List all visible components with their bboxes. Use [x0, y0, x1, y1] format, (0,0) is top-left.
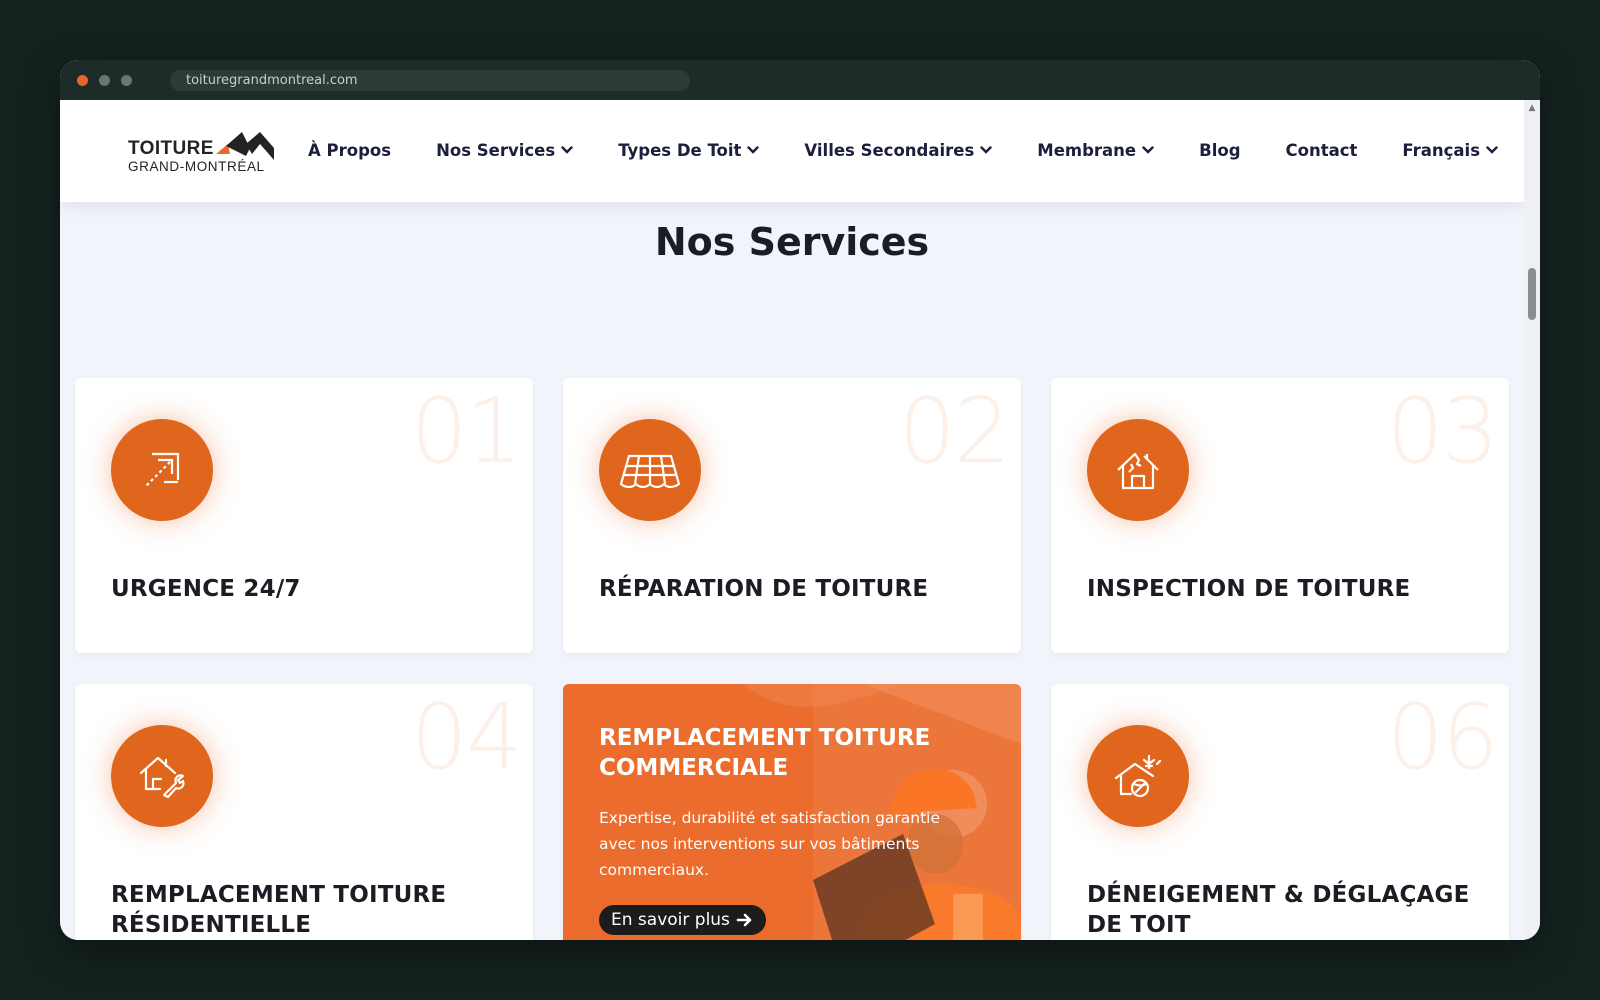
house-wrench-icon [139, 756, 185, 799]
page-viewport: TOITURE GRAND-MONTRÉAL À Propos Nos Serv… [60, 100, 1524, 940]
service-title: RÉPARATION DE TOITURE [599, 576, 929, 602]
scrollbar-thumb[interactable] [1528, 268, 1536, 320]
service-icon-circle [599, 419, 701, 521]
damaged-house-icon [1117, 452, 1159, 490]
nav-item-label: Membrane [1037, 140, 1137, 160]
service-number: 04 [410, 685, 523, 790]
nav-item-nos-services[interactable]: Nos Services [436, 141, 573, 160]
service-card-reparation[interactable]: 02 RÉPARATION DE TOITURE [563, 378, 1021, 653]
minimize-window-button[interactable] [99, 75, 110, 86]
service-number: 01 [410, 379, 523, 484]
nav-item-label: Blog [1199, 140, 1241, 160]
roof-logo-icon [216, 132, 274, 160]
learn-more-label: En savoir plus [611, 910, 730, 930]
nav-item-membrane[interactable]: Membrane [1037, 141, 1154, 160]
site-header: TOITURE GRAND-MONTRÉAL À Propos Nos Serv… [60, 100, 1524, 202]
roof-tiles-icon [619, 454, 681, 489]
service-icon-circle [1087, 725, 1189, 827]
logo-line-1: TOITURE [128, 138, 214, 159]
nav-item-contact[interactable]: Contact [1286, 141, 1358, 160]
service-title: DÉNEIGEMENT & DÉGLAÇAGE DE TOIT [1087, 882, 1470, 938]
service-card-urgence[interactable]: 01 URGENCE 24/7 [75, 378, 533, 653]
maximize-window-button[interactable] [121, 75, 132, 86]
learn-more-button[interactable]: En savoir plus [599, 905, 766, 935]
language-selector[interactable]: Français [1402, 141, 1498, 160]
chevron-down-icon [747, 146, 760, 154]
featured-service-title: REMPLACEMENT TOITURE COMMERCIALE [599, 725, 931, 781]
chevron-down-icon [561, 146, 573, 154]
arrow-corner-icon [145, 452, 180, 487]
logo-line-2: GRAND-MONTRÉAL [128, 159, 265, 174]
scroll-up-arrow-icon[interactable]: ▲ [1527, 103, 1537, 113]
browser-window: toituregrandmontreal.com TOITURE GRAND-M… [60, 60, 1540, 940]
main-nav: À Propos Nos Services Types De Toit Vill… [308, 138, 1498, 162]
service-icon-circle [111, 725, 213, 827]
service-icon-circle [111, 419, 213, 521]
chevron-down-icon [980, 146, 992, 154]
nav-item-label: Nos Services [436, 140, 556, 160]
nav-item-blog[interactable]: Blog [1199, 141, 1240, 160]
service-number: 03 [1386, 379, 1499, 484]
nav-item-villes-secondaires[interactable]: Villes Secondaires [804, 141, 992, 160]
nav-item-label: Types De Toit [618, 140, 742, 160]
service-title: URGENCE 24/7 [111, 576, 301, 602]
service-title: INSPECTION DE TOITURE [1087, 576, 1411, 602]
service-card-residentielle[interactable]: 04 REMPLACEMENT TOITURE RÉSIDENTIELLE [75, 684, 533, 940]
service-title: REMPLACEMENT TOITURE RÉSIDENTIELLE [111, 882, 447, 938]
page-scrollbar[interactable]: ▲ [1524, 100, 1540, 940]
service-card-inspection[interactable]: 03 INSPECTION DE TOITURE [1051, 378, 1509, 653]
nav-item-types-de-toit[interactable]: Types De Toit [618, 140, 760, 160]
service-card-deneigement[interactable]: 06 DÉNEIGEMENT & DÉGLAÇAGE DE TOIT [1051, 684, 1509, 940]
nav-item-label: Villes Secondaires [804, 140, 975, 160]
chevron-down-icon [1142, 146, 1154, 154]
service-number: 06 [1386, 685, 1499, 790]
site-logo[interactable]: TOITURE GRAND-MONTRÉAL [128, 128, 278, 176]
service-icon-circle [1087, 419, 1189, 521]
nav-item-label: Français [1402, 140, 1481, 160]
arrow-right-icon [736, 913, 752, 927]
service-number: 02 [898, 379, 1011, 484]
section-title: Nos Services [654, 220, 930, 264]
address-bar[interactable]: toituregrandmontreal.com [170, 70, 690, 91]
nav-item-label: Contact [1285, 140, 1358, 160]
chevron-down-icon [1486, 146, 1498, 154]
close-window-button[interactable] [77, 75, 88, 86]
service-card-commerciale[interactable]: REMPLACEMENT TOITURE COMMERCIALE Experti… [563, 684, 1021, 940]
snow-roof-icon [1114, 754, 1162, 798]
browser-titlebar: toituregrandmontreal.com [60, 60, 1540, 100]
nav-item-a-propos[interactable]: À Propos [308, 141, 391, 160]
nav-item-label: À Propos [308, 140, 392, 160]
featured-service-description: Expertise, durabilité et satisfaction ga… [599, 809, 941, 879]
